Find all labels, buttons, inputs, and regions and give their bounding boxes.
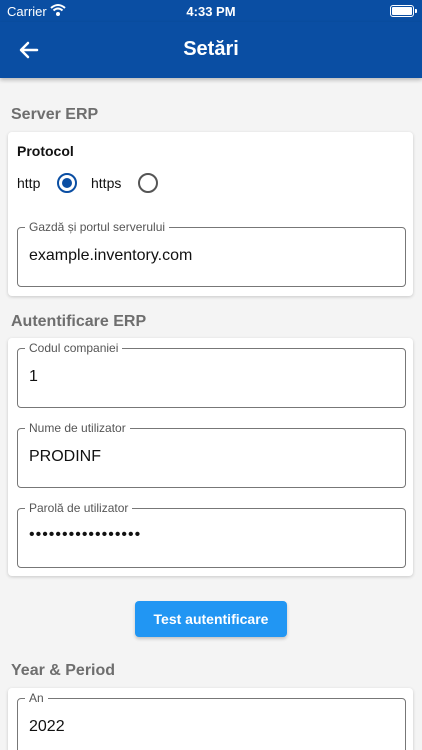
status-time: 4:33 PM <box>186 4 236 19</box>
radio-https[interactable] <box>138 173 158 193</box>
year-period-card: An 2022 <box>8 688 413 750</box>
battery-icon <box>390 5 417 17</box>
auth-erp-card: Codul companiei 1 Nume de utilizator PRO… <box>8 338 413 576</box>
password-label: Parolă de utilizator <box>25 501 133 515</box>
radio-http[interactable] <box>57 173 77 193</box>
password-value: ••••••••••••••••• <box>29 526 142 543</box>
year-value: 2022 <box>29 718 65 735</box>
year-label: An <box>25 691 48 705</box>
company-code-label: Codul companiei <box>25 341 123 355</box>
year-field[interactable]: An 2022 <box>17 691 406 750</box>
host-field[interactable]: Gazdă și portul serverului example.inven… <box>17 220 406 287</box>
company-code-value: 1 <box>29 368 38 385</box>
section-title-server-erp: Server ERP <box>11 106 99 123</box>
password-field[interactable]: Parolă de utilizator ••••••••••••••••• <box>17 501 406 568</box>
section-title-auth-erp: Autentificare ERP <box>11 313 147 330</box>
app-bar: Setări <box>0 22 422 78</box>
username-field[interactable]: Nume de utilizator PRODINF <box>17 421 406 488</box>
server-erp-card: Protocol http https Gazdă și portul serv… <box>8 132 413 296</box>
section-title-year-period: Year & Period <box>11 662 116 679</box>
username-value: PRODINF <box>29 448 101 465</box>
test-auth-button[interactable]: Test autentificare <box>135 601 287 637</box>
protocol-label: Protocol <box>17 143 74 159</box>
page-title: Setări <box>183 38 239 60</box>
radio-label-https: https <box>91 175 122 191</box>
host-field-value: example.inventory.com <box>29 247 193 264</box>
username-label: Nume de utilizator <box>25 421 130 435</box>
company-code-field[interactable]: Codul companiei 1 <box>17 341 406 408</box>
radio-label-http: http <box>17 175 41 191</box>
host-field-label: Gazdă și portul serverului <box>25 220 170 234</box>
status-bar: Carrier 4:33 PM <box>0 0 422 22</box>
